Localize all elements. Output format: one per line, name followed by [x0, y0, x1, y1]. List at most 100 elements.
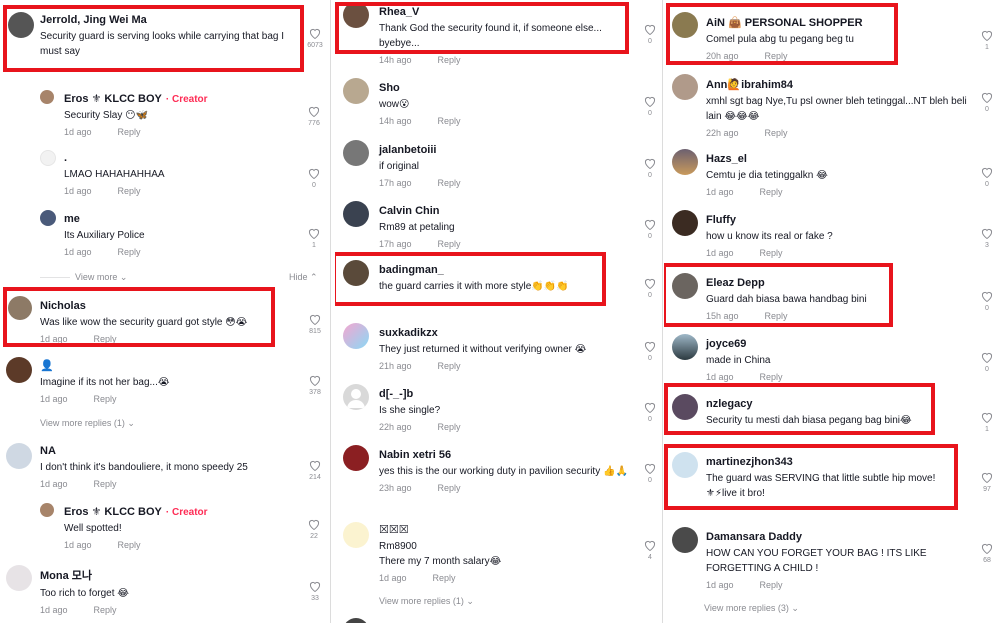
- comment-author[interactable]: joyce69: [706, 338, 956, 350]
- avatar[interactable]: [6, 357, 32, 383]
- avatar[interactable]: [672, 527, 698, 553]
- avatar[interactable]: [672, 334, 698, 360]
- avatar[interactable]: [6, 443, 32, 469]
- reply-button[interactable]: Reply: [94, 334, 117, 344]
- like-button[interactable]: 0: [640, 341, 660, 362]
- like-button[interactable]: 0: [640, 96, 660, 117]
- avatar[interactable]: [343, 618, 369, 623]
- avatar[interactable]: [343, 323, 369, 349]
- like-button[interactable]: 1: [977, 30, 997, 51]
- reply-button[interactable]: Reply: [765, 311, 788, 321]
- avatar[interactable]: [6, 565, 32, 591]
- like-button[interactable]: 214: [305, 460, 325, 481]
- comment-author[interactable]: Ann🙋ibrahim84: [706, 78, 970, 91]
- avatar[interactable]: [8, 12, 34, 38]
- avatar[interactable]: [672, 12, 698, 38]
- avatar[interactable]: [672, 149, 698, 175]
- view-more-button[interactable]: View more ⌄: [75, 272, 127, 283]
- comment-author[interactable]: badingman_: [379, 264, 627, 276]
- hide-button[interactable]: Hide ⌃: [289, 272, 318, 283]
- avatar[interactable]: [672, 394, 698, 420]
- comment-author[interactable]: me: [64, 213, 294, 225]
- reply-button[interactable]: Reply: [438, 422, 461, 432]
- reply-button[interactable]: Reply: [438, 361, 461, 371]
- comment-author[interactable]: 👤: [40, 359, 300, 372]
- like-button[interactable]: 776: [304, 106, 324, 127]
- like-button[interactable]: 0: [640, 402, 660, 423]
- avatar[interactable]: [343, 384, 369, 410]
- comment-author[interactable]: Sho: [379, 82, 627, 94]
- comment-author[interactable]: Eleaz Depp: [706, 277, 956, 289]
- comment-author[interactable]: .: [64, 152, 294, 164]
- view-more-replies-button[interactable]: View more replies (1) ⌄: [379, 596, 474, 607]
- like-button[interactable]: 0: [640, 24, 660, 45]
- like-button[interactable]: 0: [640, 158, 660, 179]
- reply-button[interactable]: Reply: [438, 483, 461, 493]
- comment-author[interactable]: Rhea_V: [379, 6, 627, 18]
- reply-button[interactable]: Reply: [94, 394, 117, 404]
- reply-button[interactable]: Reply: [438, 55, 461, 65]
- reply-button[interactable]: Reply: [118, 127, 141, 137]
- like-button[interactable]: 0: [640, 219, 660, 240]
- like-button[interactable]: 22: [304, 519, 324, 540]
- like-button[interactable]: 33: [305, 581, 325, 602]
- comment-author[interactable]: ☒☒☒: [379, 523, 627, 536]
- avatar[interactable]: [343, 78, 369, 104]
- reply-button[interactable]: Reply: [118, 540, 141, 550]
- view-more-replies-button[interactable]: View more replies (3) ⌄: [704, 603, 799, 614]
- comment-author[interactable]: Hazs_el: [706, 153, 956, 165]
- reply-button[interactable]: Reply: [438, 239, 461, 249]
- comment-author[interactable]: nzlegacy: [706, 398, 956, 410]
- comment-author[interactable]: Damansara Daddy: [706, 531, 956, 543]
- like-button[interactable]: 97: [977, 472, 997, 493]
- comment-author[interactable]: martinezjhon343: [706, 456, 958, 468]
- like-button[interactable]: 0: [977, 352, 997, 373]
- like-button[interactable]: 1: [977, 412, 997, 433]
- comment-author[interactable]: Eros ⚜ KLCC BOY: [64, 506, 162, 518]
- comment-author[interactable]: NA: [40, 445, 300, 457]
- avatar[interactable]: [343, 260, 369, 286]
- avatar[interactable]: [40, 210, 56, 226]
- reply-button[interactable]: Reply: [760, 248, 783, 258]
- like-button[interactable]: 4: [640, 540, 660, 561]
- reply-button[interactable]: Reply: [765, 51, 788, 61]
- avatar[interactable]: [40, 150, 56, 166]
- like-button[interactable]: 0: [640, 278, 660, 299]
- comment-author[interactable]: jalanbetoiii: [379, 144, 627, 156]
- like-button[interactable]: 815: [305, 314, 325, 335]
- comment-author[interactable]: suxkadikzx: [379, 327, 629, 339]
- like-button[interactable]: 3: [977, 228, 997, 249]
- comment-author[interactable]: Nabin xetri 56: [379, 449, 629, 461]
- avatar[interactable]: [343, 201, 369, 227]
- avatar[interactable]: [40, 90, 54, 104]
- reply-button[interactable]: Reply: [760, 580, 783, 590]
- like-button[interactable]: 378: [305, 375, 325, 396]
- reply-button[interactable]: Reply: [760, 372, 783, 382]
- reply-button[interactable]: Reply: [760, 187, 783, 197]
- avatar[interactable]: [40, 503, 54, 517]
- reply-button[interactable]: Reply: [433, 573, 456, 583]
- avatar[interactable]: [672, 74, 698, 100]
- reply-button[interactable]: Reply: [94, 605, 117, 615]
- reply-button[interactable]: Reply: [765, 128, 788, 138]
- view-more-replies-button[interactable]: View more replies (1) ⌄: [40, 418, 135, 429]
- avatar[interactable]: [672, 452, 698, 478]
- avatar[interactable]: [672, 210, 698, 236]
- avatar[interactable]: [343, 140, 369, 166]
- like-button[interactable]: 0: [977, 92, 997, 113]
- reply-button[interactable]: Reply: [438, 178, 461, 188]
- reply-button[interactable]: Reply: [94, 479, 117, 489]
- like-button[interactable]: 68: [977, 543, 997, 564]
- like-button[interactable]: 0: [977, 167, 997, 188]
- comment-author[interactable]: Mona 모나: [40, 567, 300, 583]
- comment-author[interactable]: Calvin Chin: [379, 205, 627, 217]
- like-button[interactable]: 0: [304, 168, 324, 189]
- like-button[interactable]: 0: [977, 291, 997, 312]
- reply-button[interactable]: Reply: [438, 116, 461, 126]
- like-button[interactable]: 6073: [305, 28, 325, 49]
- comment-author[interactable]: AiN 👜 PERSONAL SHOPPER: [706, 16, 956, 29]
- avatar[interactable]: [672, 273, 698, 299]
- comment-author[interactable]: Eros ⚜ KLCC BOY: [64, 93, 162, 105]
- comment-author[interactable]: d[-_-]b: [379, 388, 627, 400]
- comment-author[interactable]: Nicholas: [40, 300, 300, 312]
